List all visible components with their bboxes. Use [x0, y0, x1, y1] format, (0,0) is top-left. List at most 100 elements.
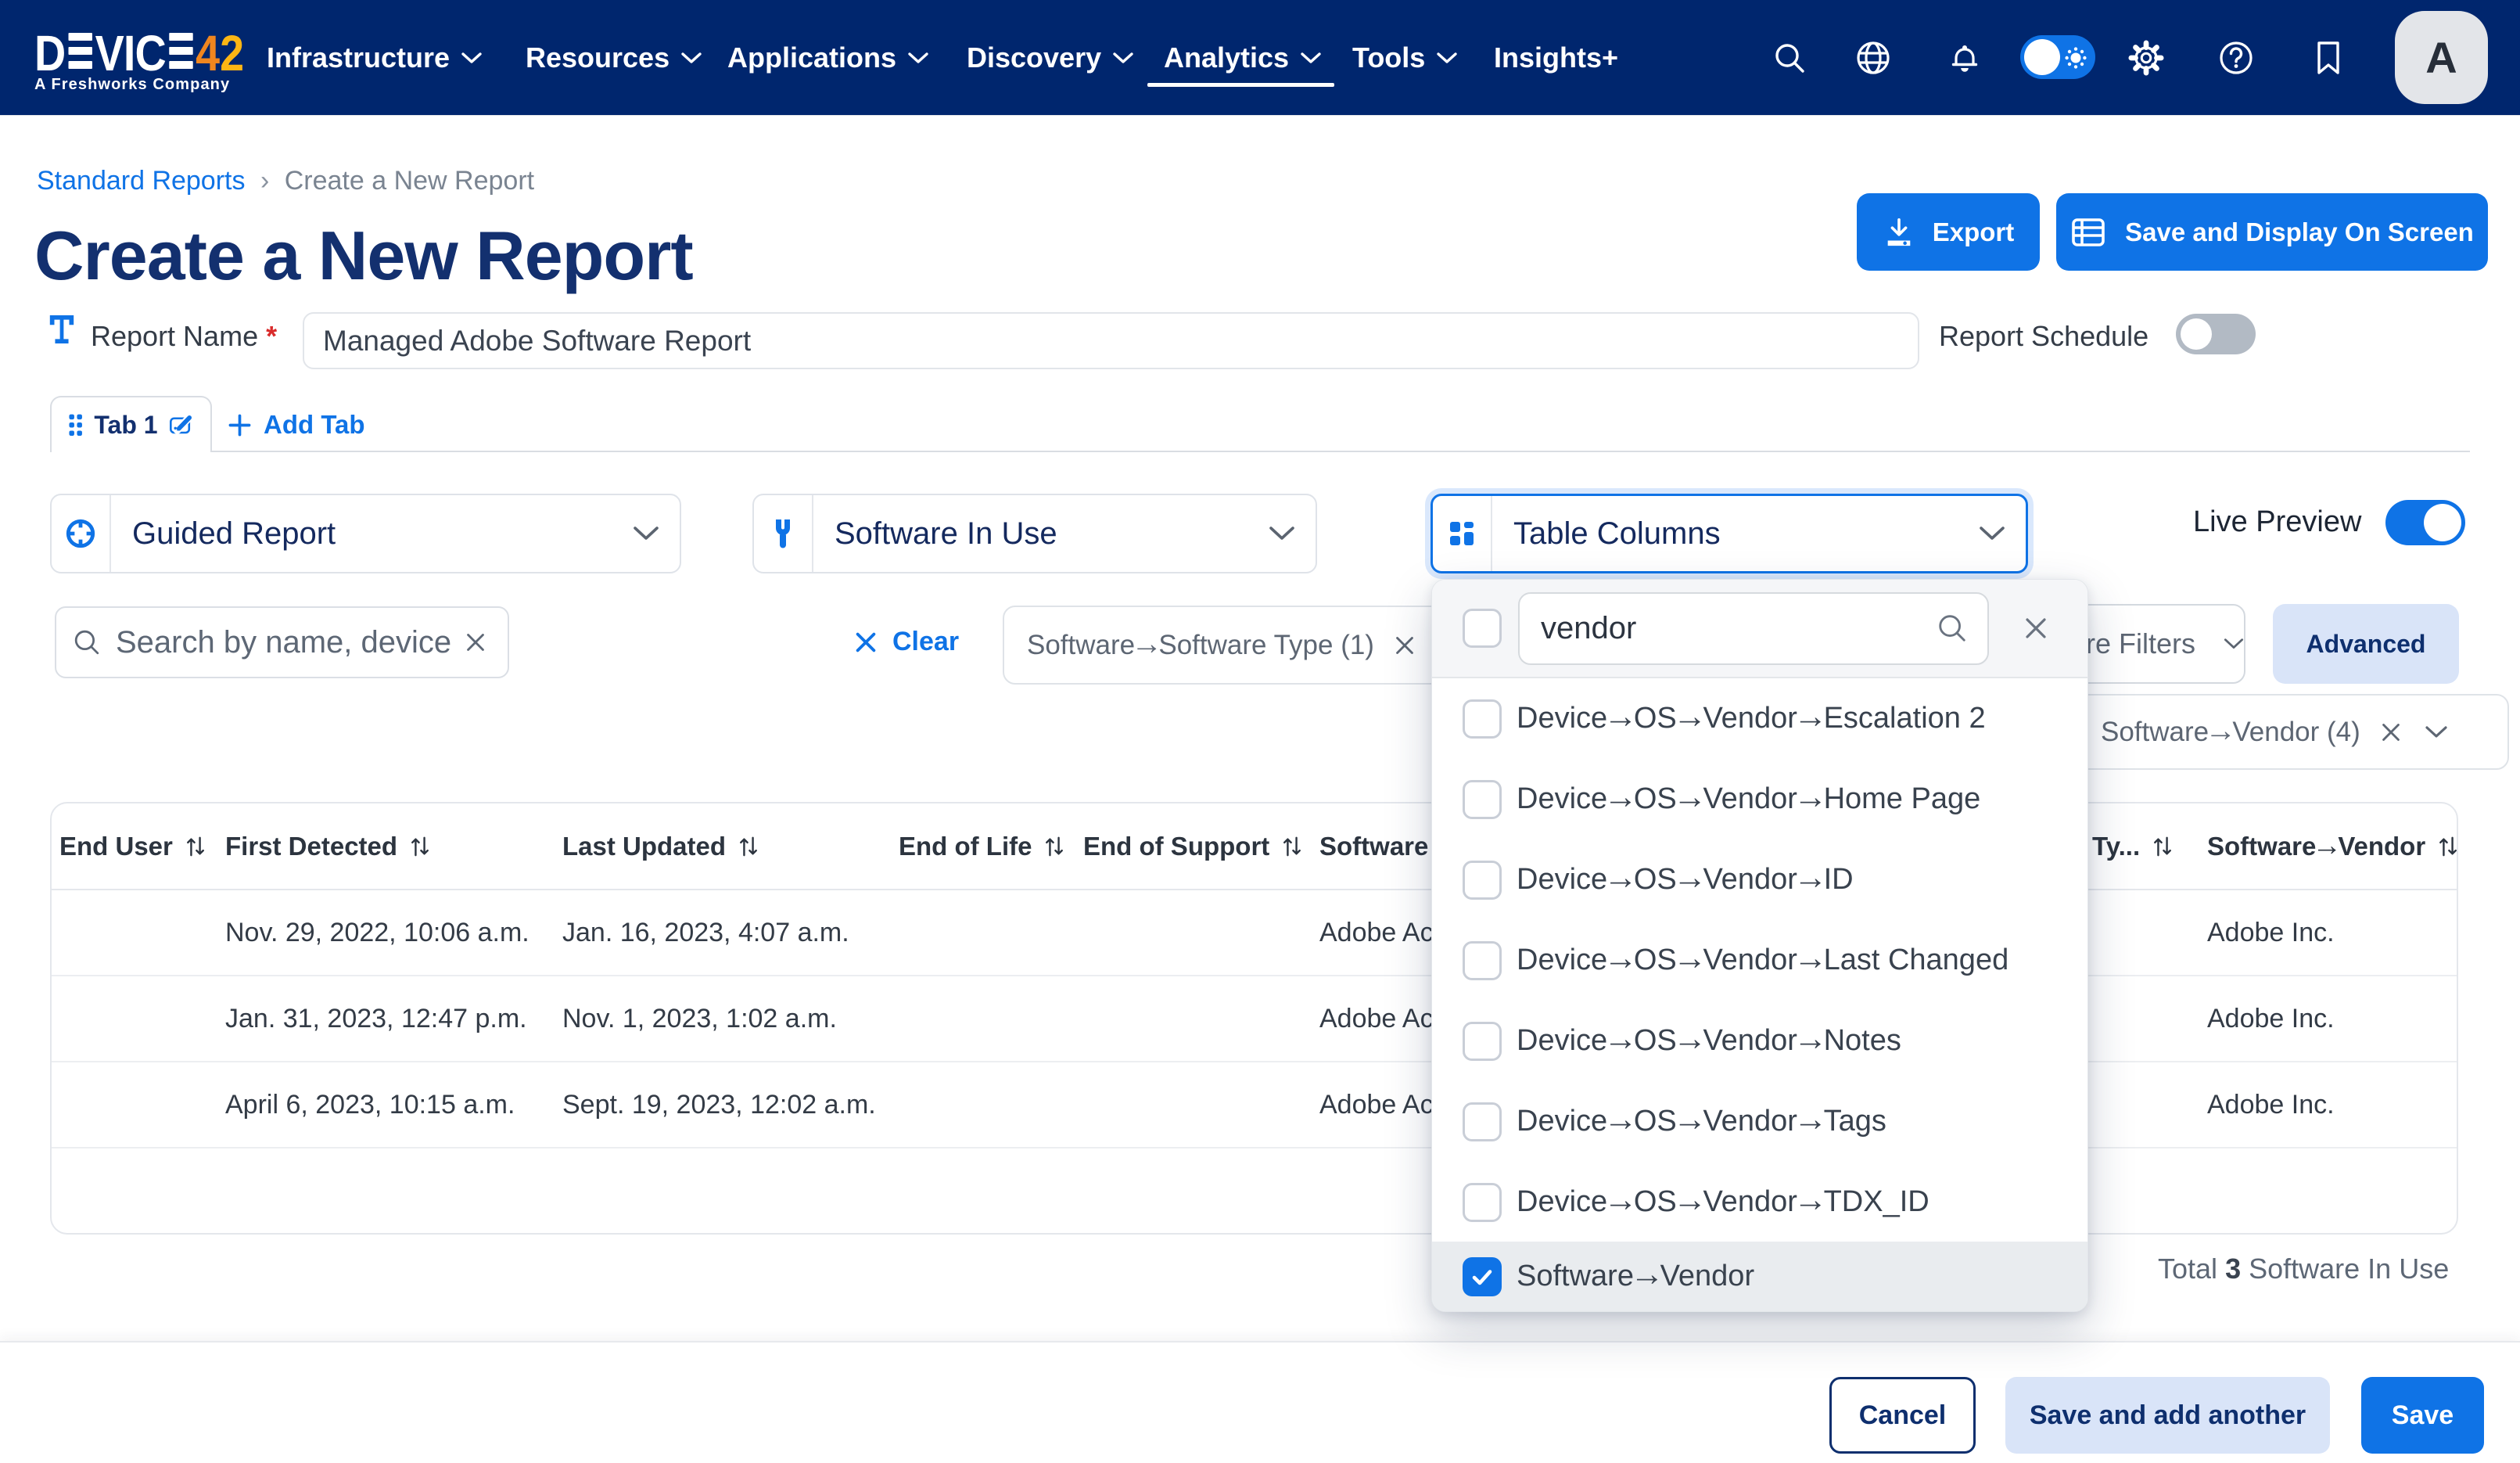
theme-toggle[interactable]: [2020, 35, 2095, 79]
filter-chip-software-vendor[interactable]: Software→Vendor (4): [2073, 694, 2509, 770]
report-name-input[interactable]: [303, 312, 1919, 369]
chevron-down-icon: [1269, 526, 1295, 541]
dropdown-item[interactable]: Device→OS→Vendor→ID: [1432, 839, 2087, 920]
bell-icon[interactable]: [1947, 0, 1983, 115]
nav-item-tools[interactable]: Tools: [1352, 0, 1457, 115]
logo-digit-2: 2: [220, 28, 244, 78]
table-columns-dropdown: vendor Device→OS→Vendor→Escalation 2 Dev…: [1431, 579, 2088, 1312]
item-checkbox[interactable]: [1463, 780, 1502, 819]
sort-icon[interactable]: [410, 835, 430, 858]
column-header-first-detected[interactable]: First Detected: [225, 832, 562, 861]
dropdown-items: Device→OS→Vendor→Escalation 2 Device→OS→…: [1432, 678, 2087, 1242]
report-schedule-toggle[interactable]: [2176, 314, 2256, 354]
sort-icon[interactable]: [185, 835, 206, 858]
globe-icon[interactable]: [1855, 0, 1891, 115]
table-row[interactable]: Jan. 31, 2023, 12:47 p.m. Nov. 1, 2023, …: [52, 976, 2457, 1062]
cell-software-vendor: Adobe Inc.: [2207, 1090, 2457, 1120]
total-suffix-text: Software In Use: [2249, 1253, 2449, 1285]
total-count-number: 3: [2225, 1253, 2241, 1285]
report-type-select[interactable]: Guided Report: [50, 494, 681, 573]
save-button[interactable]: Save: [2361, 1377, 2484, 1454]
nav-item-analytics[interactable]: Analytics: [1164, 0, 1321, 115]
column-header-end-user[interactable]: End User: [52, 832, 225, 861]
sort-icon[interactable]: [2438, 835, 2458, 858]
clear-x-icon: [853, 629, 879, 656]
table-row-empty: [52, 1148, 2457, 1230]
help-icon[interactable]: [2218, 0, 2254, 115]
item-label: Device→OS→Vendor→ID: [1517, 863, 1854, 897]
clear-filters-button[interactable]: Clear: [853, 627, 959, 657]
cell-first-detected: Nov. 29, 2022, 10:06 a.m.: [225, 918, 562, 948]
item-checkbox[interactable]: [1463, 1102, 1502, 1141]
nav-item-applications[interactable]: Applications: [727, 0, 928, 115]
table-row[interactable]: Nov. 29, 2022, 10:06 a.m. Jan. 16, 2023,…: [52, 890, 2457, 976]
column-header-end-of-support[interactable]: End of Support: [1083, 832, 1319, 861]
clear-search-icon[interactable]: [462, 629, 489, 656]
chevron-down-icon: [908, 52, 928, 64]
nav-item-discovery[interactable]: Discovery: [967, 0, 1133, 115]
total-count: Total 3 Software In Use: [2158, 1253, 2449, 1285]
live-preview-toggle[interactable]: [2385, 500, 2465, 545]
item-checkbox[interactable]: [1463, 699, 1502, 739]
tab-1[interactable]: Tab 1: [50, 396, 212, 452]
bookmark-icon[interactable]: [2313, 0, 2344, 115]
nav-item-label: Infrastructure: [267, 41, 450, 74]
table-search-input[interactable]: Search by name, device: [55, 606, 509, 678]
dropdown-item[interactable]: Device→OS→Vendor→Escalation 2: [1432, 678, 2087, 759]
gear-icon[interactable]: [2128, 0, 2164, 115]
remove-chip-icon[interactable]: [2378, 719, 2404, 746]
column-header-end-of-life[interactable]: End of Life: [899, 832, 1083, 861]
toggle-knob: [2181, 318, 2212, 350]
add-tab-button[interactable]: Add Tab: [228, 410, 365, 440]
close-dropdown-icon[interactable]: [2020, 613, 2052, 644]
dropdown-item-selected[interactable]: Software→Vendor: [1432, 1242, 2087, 1311]
table-row[interactable]: April 6, 2023, 10:15 a.m. Sept. 19, 2023…: [52, 1062, 2457, 1148]
dropdown-item[interactable]: Device→OS→Vendor→Home Page: [1432, 759, 2087, 839]
toggle-knob: [2424, 504, 2461, 541]
sort-icon[interactable]: [738, 835, 759, 858]
data-source-value: Software In Use: [835, 516, 1269, 552]
tab-1-label: Tab 1: [94, 411, 157, 440]
sort-icon[interactable]: [1282, 835, 1302, 858]
dropdown-item[interactable]: Device→OS→Vendor→Last Changed: [1432, 920, 2087, 1001]
table-columns-select[interactable]: Table Columns: [1431, 494, 2028, 573]
nav-item-infrastructure[interactable]: Infrastructure: [267, 0, 482, 115]
filter-chip-software-type[interactable]: Software→Software Type (1): [1003, 606, 1503, 685]
save-and-display-button[interactable]: Save and Display On Screen: [2056, 193, 2488, 271]
avatar[interactable]: A: [2395, 11, 2488, 104]
column-search-input[interactable]: vendor: [1518, 592, 1989, 665]
target-icon: [52, 495, 111, 572]
cancel-button[interactable]: Cancel: [1829, 1377, 1976, 1454]
dropdown-item[interactable]: Device→OS→Vendor→Tags: [1432, 1081, 2087, 1162]
column-header-last-updated[interactable]: Last Updated: [562, 832, 899, 861]
dropdown-item[interactable]: Device→OS→Vendor→TDX_ID: [1432, 1162, 2087, 1242]
item-checkbox[interactable]: [1463, 941, 1502, 980]
search-icon[interactable]: [1772, 0, 1807, 115]
chevron-down-icon: [461, 52, 482, 64]
report-type-value: Guided Report: [132, 516, 633, 552]
item-label: Device→OS→Vendor→Tags: [1517, 1105, 1886, 1138]
export-button[interactable]: Export: [1857, 193, 2040, 271]
item-checkbox[interactable]: [1463, 1183, 1502, 1222]
nav-item-insights[interactable]: Insights+: [1494, 0, 1618, 115]
item-checkbox[interactable]: [1463, 1022, 1502, 1061]
item-checkbox[interactable]: [1463, 861, 1502, 900]
breadcrumb-link-standard-reports[interactable]: Standard Reports: [37, 166, 246, 196]
dropdown-item[interactable]: Device→OS→Vendor→Notes: [1432, 1001, 2087, 1081]
remove-chip-icon[interactable]: [1391, 632, 1418, 659]
nav-item-resources[interactable]: Resources: [526, 0, 702, 115]
select-all-checkbox[interactable]: [1463, 609, 1502, 648]
column-header-type[interactable]: Ty...: [2092, 832, 2207, 861]
data-source-select[interactable]: Software In Use: [752, 494, 1317, 573]
nav-item-label: Resources: [526, 41, 669, 74]
advanced-button[interactable]: Advanced: [2273, 604, 2459, 684]
logo-letters-vic: VIC: [95, 28, 166, 78]
device42-logo[interactable]: DVIC42 A Freshworks Company: [34, 28, 275, 94]
sort-icon[interactable]: [1044, 835, 1064, 858]
column-header-software-vendor[interactable]: Software→Vendor: [2207, 832, 2457, 861]
table-headers-1-text: First Detected: [225, 832, 397, 861]
edit-tab-icon[interactable]: [170, 412, 193, 437]
item-checkbox-checked[interactable]: [1463, 1257, 1502, 1296]
save-and-add-another-button[interactable]: Save and add another: [2005, 1377, 2330, 1454]
sort-icon[interactable]: [2152, 835, 2173, 858]
